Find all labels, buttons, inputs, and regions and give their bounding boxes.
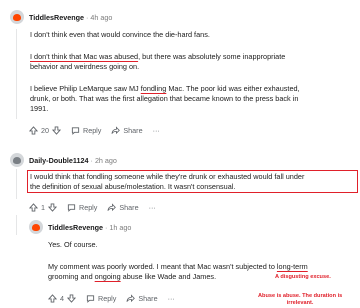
share-icon <box>107 203 117 212</box>
comment-1: TiddlesRevenge · 4h ago I don't think even… <box>0 0 360 145</box>
avatar[interactable] <box>10 153 24 167</box>
paragraph-text: the definition of sexual abuse/molestati… <box>30 182 236 192</box>
more-button[interactable]: ··· <box>168 294 175 303</box>
paragraph-text: behavior and weirdness going on. <box>30 62 140 72</box>
vote-count: 20 <box>41 126 49 135</box>
paragraph-text: I would think that fondling someone whil… <box>30 172 305 181</box>
reply-icon <box>67 204 76 212</box>
meta-separator: · <box>90 156 93 165</box>
more-icon: ··· <box>152 126 160 135</box>
underlined-text: long-term <box>276 262 308 271</box>
vote-group: 4 <box>48 294 76 303</box>
share-button[interactable]: Share <box>107 203 139 212</box>
paragraph-text: I don't think even that would convince t… <box>30 30 210 39</box>
reply-label: Reply <box>83 126 102 135</box>
annotation-disgusting: A disgusting excuse. <box>275 274 331 280</box>
thread-line[interactable] <box>16 169 17 199</box>
comment-actions: 20 Reply Share ··· <box>29 126 170 135</box>
timestamp: 1h ago <box>109 223 132 232</box>
comment-actions: 4 Reply Share ··· <box>48 294 185 303</box>
comment-actions: 1 Reply Share ··· <box>29 203 166 212</box>
comment-paragraph: I believe Philip LeMarque saw MJ fondlin… <box>30 84 358 115</box>
underlined-text: ongoing <box>94 272 121 282</box>
vote-count: 4 <box>60 294 64 303</box>
paragraph-text: Yes. Of course. <box>48 240 98 249</box>
share-icon <box>111 126 121 135</box>
downvote-icon[interactable] <box>52 126 61 135</box>
paragraph-text: 1991. <box>30 104 49 114</box>
comment-meta: TiddlesRevenge · 1h ago <box>48 223 131 232</box>
comment-2: Daily-Double1124 · 2h ago I would think th… <box>0 145 360 215</box>
paragraph-text: drunk, or both. That was the first alleg… <box>30 94 299 104</box>
upvote-icon[interactable] <box>48 294 57 303</box>
upvote-icon[interactable] <box>29 203 38 212</box>
paragraph-text: abuse like Wade and James. <box>120 272 217 282</box>
vote-group: 20 <box>29 126 61 135</box>
comment-paragraph: I don't think even that would convince t… <box>30 30 355 40</box>
reply-button[interactable]: Reply <box>67 203 97 212</box>
paragraph-text: , but there was absolutely some inapprop… <box>138 52 286 61</box>
username[interactable]: TiddlesRevenge <box>48 223 103 232</box>
meta-separator: · <box>86 13 89 22</box>
comment-meta: TiddlesRevenge · 4h ago <box>29 13 112 22</box>
annotation-line: irrelevant. <box>286 300 314 306</box>
more-icon: ··· <box>167 294 175 303</box>
underlined-text: I don't think that Mac was abused <box>30 52 139 61</box>
username[interactable]: TiddlesRevenge <box>29 13 84 22</box>
share-label: Share <box>123 126 143 135</box>
paragraph-text: Mac. The poor kid was either exhausted, <box>166 84 300 93</box>
paragraph-text: My comment was poorly worded. I meant th… <box>48 262 277 271</box>
annotation-duration: Abuse is abuse. The duration is irreleva… <box>258 293 342 307</box>
username[interactable]: Daily-Double1124 <box>29 156 89 165</box>
share-button[interactable]: Share <box>111 126 143 135</box>
reply-button[interactable]: Reply <box>86 294 116 303</box>
downvote-icon[interactable] <box>67 294 76 303</box>
more-button[interactable]: ··· <box>153 126 160 135</box>
vote-count: 1 <box>41 203 45 212</box>
share-label: Share <box>138 294 158 303</box>
reply-label: Reply <box>79 203 98 212</box>
share-label: Share <box>119 203 139 212</box>
paragraph-text: grooming and <box>48 272 95 282</box>
annotation-line: Abuse is abuse. The duration is <box>258 293 343 299</box>
comment-paragraph: I don't think that Mac was abused, but t… <box>30 52 355 72</box>
vote-group: 1 <box>29 203 57 212</box>
downvote-icon[interactable] <box>48 203 57 212</box>
more-icon: ··· <box>148 203 156 212</box>
more-button[interactable]: ··· <box>149 203 156 212</box>
share-button[interactable]: Share <box>126 294 158 303</box>
upvote-icon[interactable] <box>29 126 38 135</box>
reply-icon <box>86 295 95 303</box>
timestamp: 4h ago <box>90 13 113 22</box>
avatar[interactable] <box>29 220 43 234</box>
comment-meta: Daily-Double1124 · 2h ago <box>29 156 117 165</box>
thread-line[interactable] <box>16 215 17 235</box>
reply-icon <box>71 127 80 135</box>
meta-separator: · <box>105 223 108 232</box>
timestamp: 2h ago <box>94 156 117 165</box>
comment-3: TiddlesRevenge · 1h ago Yes. Of course. My… <box>0 215 360 308</box>
reply-button[interactable]: Reply <box>71 126 101 135</box>
comment-paragraph: I would think that fondling someone whil… <box>30 172 360 192</box>
paragraph-text: I believe Philip LeMarque saw MJ <box>30 84 141 93</box>
reply-label: Reply <box>98 294 117 303</box>
avatar[interactable] <box>10 10 24 24</box>
underlined-text: fondling <box>140 84 167 93</box>
thread-line[interactable] <box>16 29 17 119</box>
comment-paragraph: Yes. Of course. <box>48 240 348 250</box>
share-icon <box>126 294 136 303</box>
